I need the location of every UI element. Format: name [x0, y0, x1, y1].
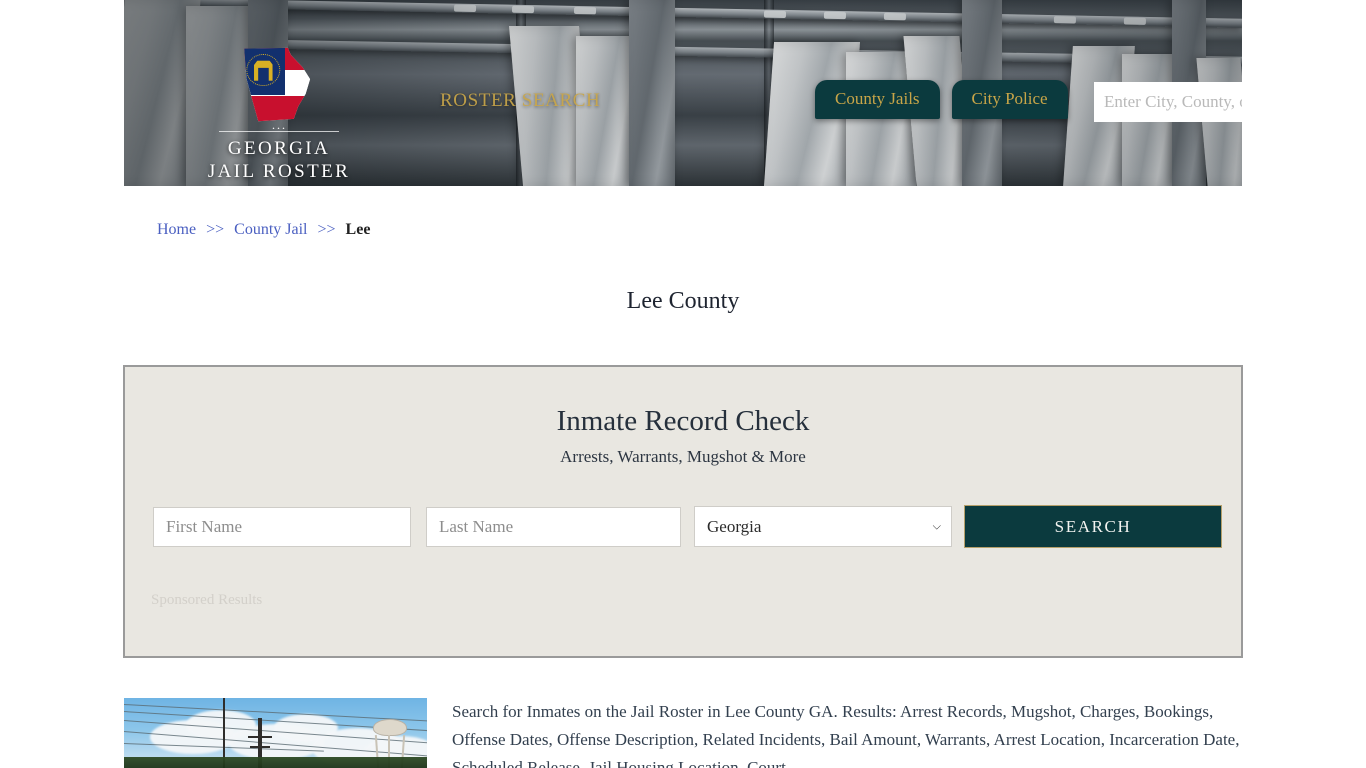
- logo-text-line1: GEORGIA: [227, 138, 331, 159]
- logo-text-line2: JAIL ROSTER: [207, 161, 351, 182]
- header-search-input[interactable]: [1094, 82, 1242, 122]
- panel-subtitle: Arrests, Warrants, Mugshot & More: [560, 447, 806, 466]
- inmate-search-button[interactable]: SEARCH: [964, 505, 1222, 548]
- header-nav: County Jails City Police: [815, 80, 1068, 119]
- panel-title: Inmate Record Check: [556, 405, 810, 437]
- sponsored-results-label: Sponsored Results: [151, 592, 263, 608]
- breadcrumb-item-home[interactable]: Home: [157, 221, 196, 238]
- breadcrumb-separator: >>: [317, 221, 336, 238]
- breadcrumb-separator: >>: [206, 221, 225, 238]
- breadcrumb-item-current: Lee: [345, 221, 371, 238]
- county-photo: [124, 698, 427, 768]
- nav-county-jails-button[interactable]: County Jails: [815, 80, 940, 119]
- header-search: [1094, 82, 1242, 122]
- state-select-wrap: Georgia ⌵: [694, 506, 952, 547]
- county-description: Search for Inmates on the Jail Roster in…: [452, 702, 1240, 768]
- nav-city-police-button[interactable]: City Police: [951, 80, 1068, 119]
- inmate-search-form: Georgia ⌵ SEARCH: [153, 505, 1222, 548]
- header-tagline: ROSTER SEARCH: [440, 90, 601, 111]
- page-title: Lee County: [626, 288, 740, 315]
- last-name-input[interactable]: [426, 506, 681, 547]
- site-logo[interactable]: GEORGIA JAIL ROSTER: [184, 44, 374, 183]
- county-content-section: Search for Inmates on the Jail Roster in…: [124, 698, 1242, 768]
- page-root: GEORGIA JAIL ROSTER ROSTER SEARCH County…: [0, 0, 1366, 768]
- breadcrumb: Home >> County Jail >> Lee: [157, 221, 370, 239]
- breadcrumb-item-county-jail[interactable]: County Jail: [234, 221, 307, 238]
- site-header-banner: GEORGIA JAIL ROSTER ROSTER SEARCH County…: [124, 0, 1242, 186]
- georgia-state-flag-map-icon: [242, 44, 316, 122]
- state-select[interactable]: Georgia: [694, 506, 952, 547]
- first-name-input[interactable]: [153, 506, 411, 547]
- logo-divider: [219, 131, 339, 132]
- inmate-record-check-panel: Inmate Record Check Arrests, Warrants, M…: [123, 365, 1243, 658]
